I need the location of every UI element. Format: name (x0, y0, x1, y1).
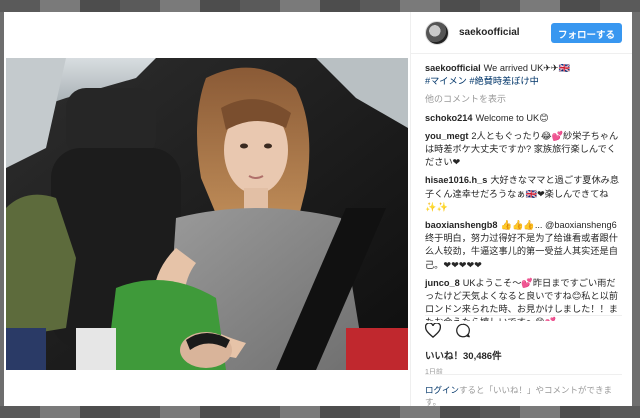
comment-username[interactable]: junco_8 (425, 278, 460, 288)
heart-icon[interactable] (424, 322, 442, 343)
caption-hashtags[interactable]: #マイメン #絶賛時差ぼけ中 (425, 76, 539, 86)
login-link[interactable]: ログイン (425, 385, 459, 395)
comment-username[interactable]: hisae1016.h_s (425, 175, 487, 185)
header-username[interactable]: saekoofficial (459, 27, 551, 38)
post-header: saekoofficial フォローする (411, 12, 632, 54)
post-side-panel: saekoofficial フォローする saekoofficial We arr… (410, 12, 632, 408)
comment-item: schoko214 Welcome to UK😊 (425, 112, 622, 125)
comment-item: you_megt 2人ともぐったり😂💕紗栄子ちゃんは時差ボケ大丈夫ですか? 家族旅… (425, 130, 622, 170)
login-prompt: ログインすると「いいね！」やコメントができます。 (425, 374, 622, 408)
background-thumbnails-top (0, 0, 640, 12)
avatar[interactable] (425, 20, 449, 45)
caption: saekoofficial We arrived UK✈✈🇬🇧 #マイメン #絶賛… (425, 62, 622, 88)
caption-username[interactable]: saekoofficial (425, 63, 481, 73)
comment-text: Welcome to UK😊 (475, 112, 549, 123)
load-more-comments-link[interactable]: 他のコメントを表示 (425, 93, 622, 106)
comment-username[interactable]: schoko214 (425, 113, 473, 123)
comments-list: saekoofficial We arrived UK✈✈🇬🇧 #マイメン #絶賛… (411, 54, 632, 321)
post-photo[interactable] (6, 58, 408, 370)
action-icons (424, 322, 622, 343)
caption-text: We arrived UK✈✈🇬🇧 (483, 63, 571, 73)
likes-count[interactable]: いいね！30,486件 (425, 348, 622, 362)
likes-label: いいね！ (425, 351, 464, 362)
comment-bubble-icon[interactable] (455, 323, 471, 343)
post-modal: saekoofficial フォローする saekoofficial We arr… (4, 12, 632, 408)
comment-item: baoxianshengb8 👍👍👍... @baoxiansheng6 终于明白… (425, 219, 622, 272)
comment-username[interactable]: you_megt (425, 131, 468, 141)
post-actions: いいね！30,486件 1日前 (424, 315, 622, 377)
comment-username[interactable]: baoxianshengb8 (425, 220, 498, 230)
post-photo-area (4, 12, 410, 406)
likes-number: 30,486件 (463, 351, 502, 362)
follow-button[interactable]: フォローする (550, 22, 622, 43)
comment-item: hisae1016.h_s 大好きなママと過ごす夏休み息子くん達幸せだろうなぁ🇬🇧… (425, 174, 622, 214)
photo-illustration (6, 58, 408, 370)
